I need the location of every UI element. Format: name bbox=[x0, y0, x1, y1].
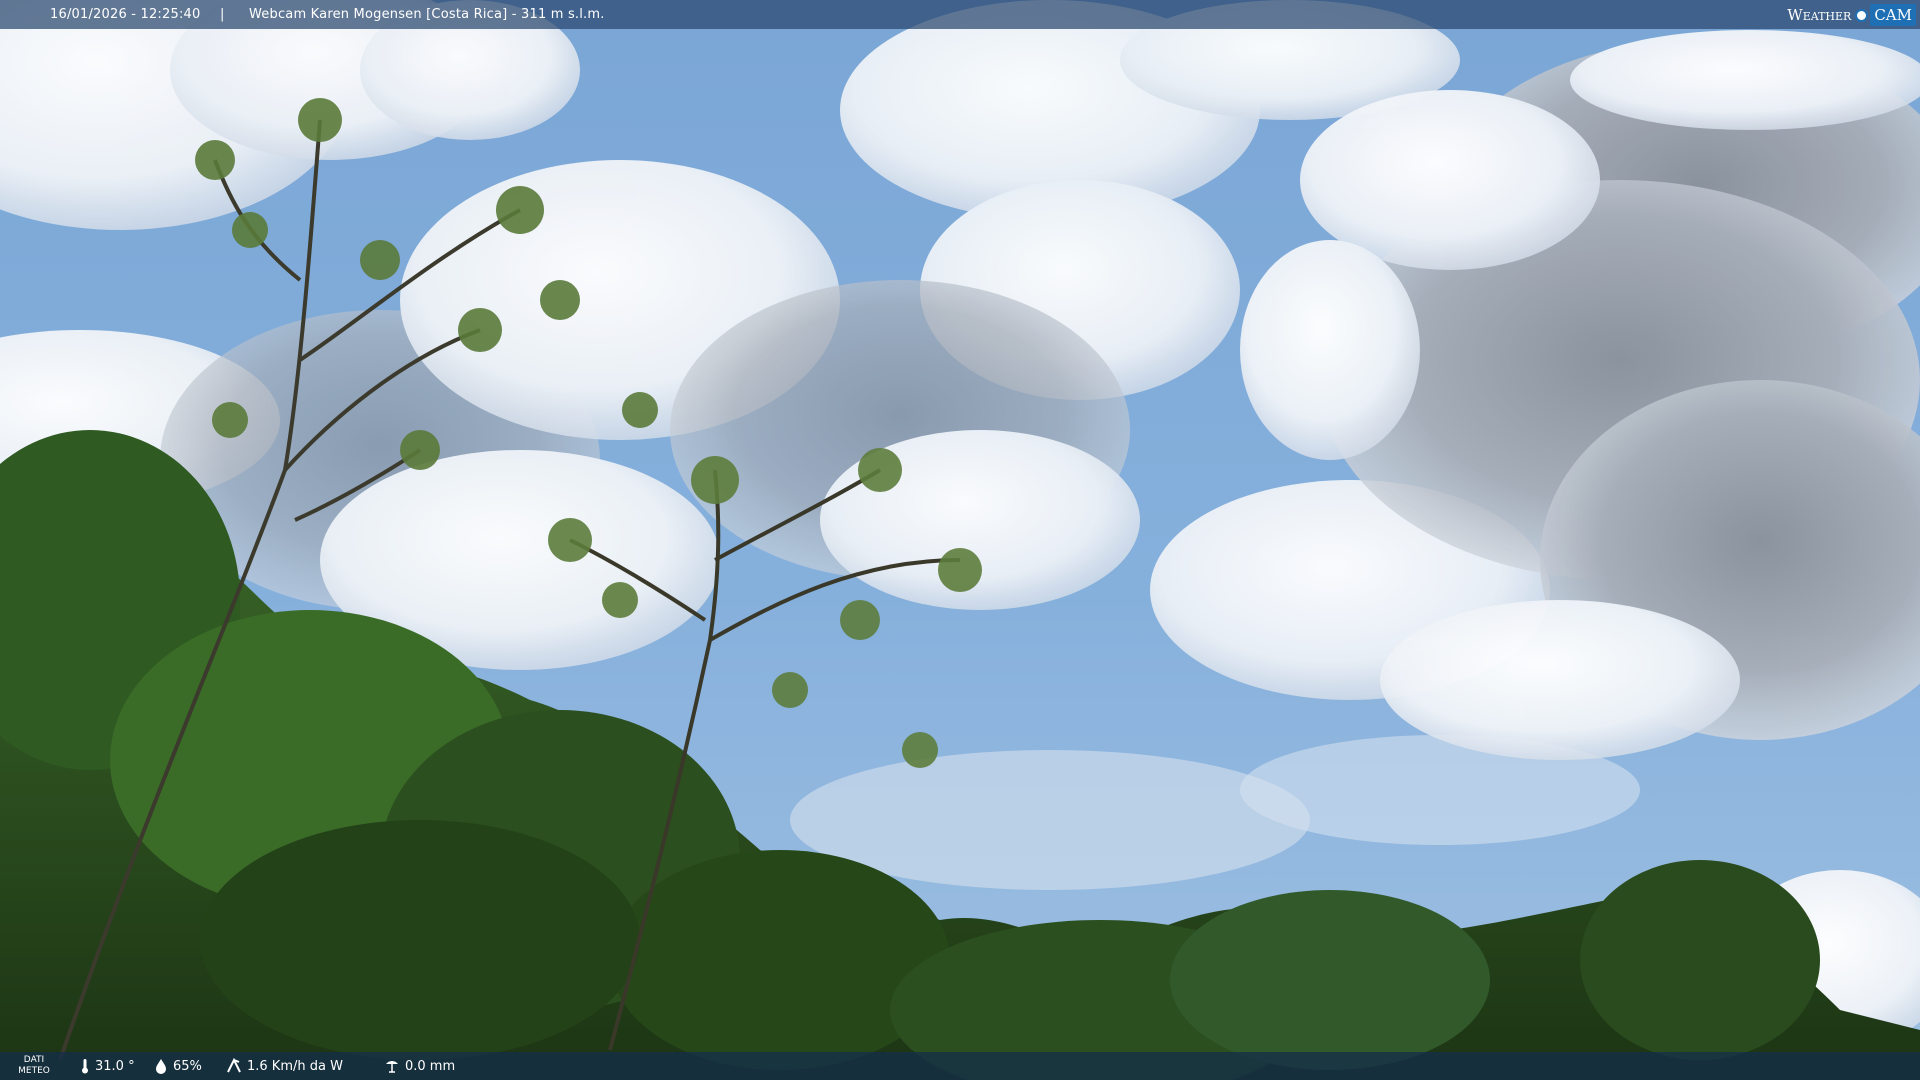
wind-value: 1.6 Km/h da W bbox=[247, 1058, 343, 1074]
temperature-reading: 31.0 ° bbox=[80, 1058, 135, 1074]
webcam-scene bbox=[0, 0, 1920, 1080]
wind-reading: 1.6 Km/h da W bbox=[226, 1058, 343, 1074]
webcam-caption: Webcam Karen Mogensen [Costa Rica] - 311… bbox=[249, 7, 605, 22]
webcam-header-bar: 16/01/2026 - 12:25:40 | Webcam Karen Mog… bbox=[0, 0, 1920, 29]
weather-data-bar: DATI METEO 31.0 ° 65% 1.6 Km/h da W 0.0 … bbox=[0, 1052, 1920, 1080]
wind-icon bbox=[227, 1058, 241, 1073]
webcam-frame: 16/01/2026 - 12:25:40 | Webcam Karen Mog… bbox=[0, 0, 1920, 1080]
weathercam-logo[interactable]: Weather CAM bbox=[1787, 3, 1916, 27]
logo-weather-text: Weather bbox=[1787, 6, 1852, 24]
temperature-value: 31.0 ° bbox=[95, 1058, 135, 1074]
dati-meteo-label: DATI METEO bbox=[18, 1055, 50, 1077]
logo-dot-icon bbox=[1855, 8, 1869, 22]
rain-reading: 0.0 mm bbox=[384, 1058, 455, 1074]
humidity-value: 65% bbox=[173, 1058, 202, 1074]
header-separator: | bbox=[220, 7, 225, 22]
logo-cam-text: CAM bbox=[1870, 4, 1916, 26]
rain-gauge-icon bbox=[386, 1061, 398, 1073]
dati-label-line1: DATI bbox=[23, 1055, 45, 1065]
rain-value: 0.0 mm bbox=[405, 1058, 456, 1074]
humidity-reading: 65% bbox=[154, 1058, 202, 1074]
dati-label-line2: METEO bbox=[18, 1066, 50, 1076]
humidity-drop-icon bbox=[156, 1059, 166, 1074]
timestamp: 16/01/2026 - 12:25:40 bbox=[50, 7, 201, 22]
thermometer-icon bbox=[82, 1059, 88, 1074]
